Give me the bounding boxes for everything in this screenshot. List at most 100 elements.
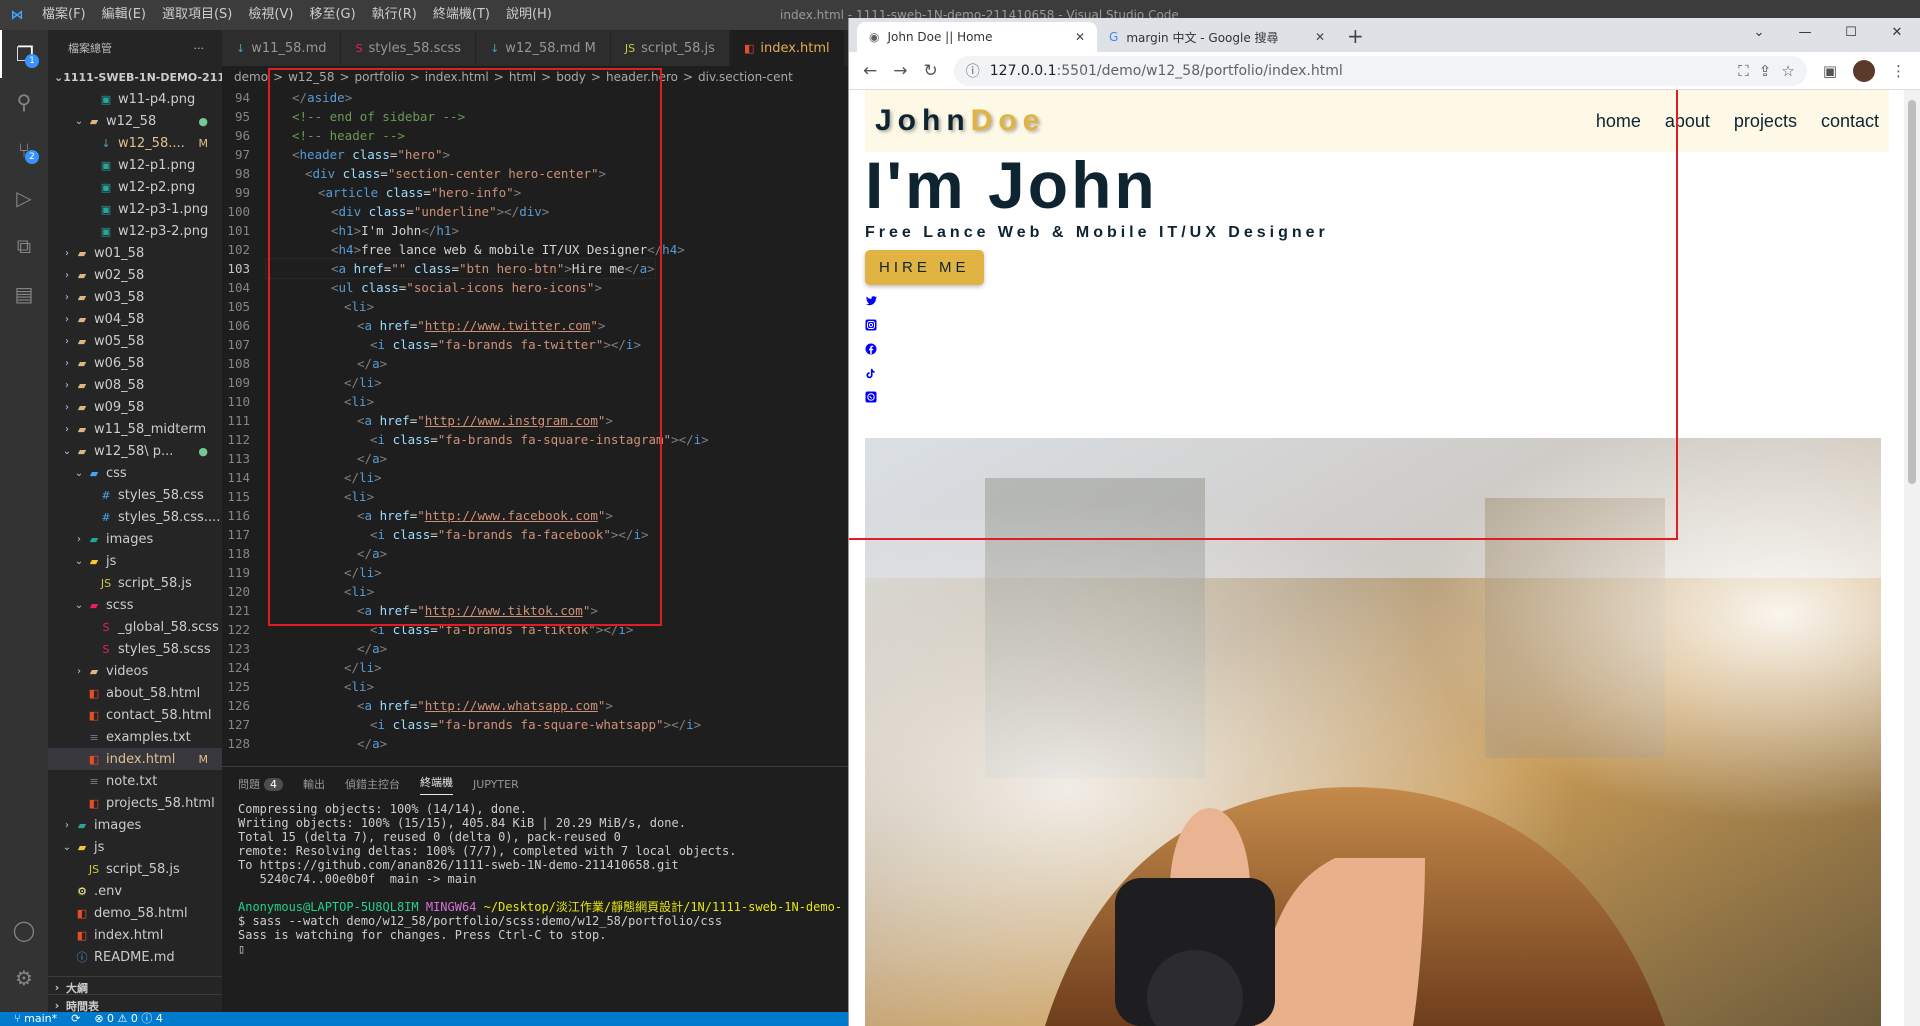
chevron-down-icon[interactable]: ⌄ bbox=[60, 842, 74, 853]
panel-tab[interactable]: 問題 4 bbox=[238, 776, 283, 792]
bookmark-star-icon[interactable]: ☆ bbox=[1781, 62, 1794, 80]
sidepanel-icon[interactable]: ▣ bbox=[1823, 62, 1837, 80]
menu-item[interactable]: 終端機(T) bbox=[425, 0, 498, 30]
panel-tab[interactable]: 輸出 bbox=[303, 776, 325, 792]
tree-file[interactable]: Sstyles_58.scss bbox=[48, 638, 222, 660]
site-brand[interactable]: JohnDoe bbox=[875, 104, 1045, 138]
sync-icon[interactable]: ⟳ bbox=[71, 1012, 80, 1026]
code-line[interactable]: 117 <i class="fa-brands fa-facebook"></i> bbox=[222, 525, 848, 544]
close-window-button[interactable]: ✕ bbox=[1874, 18, 1920, 48]
tree-folder[interactable]: › ▰ w11_58_midterm bbox=[48, 418, 222, 440]
code-line[interactable]: 106 <a href="http://www.twitter.com"> bbox=[222, 316, 848, 335]
chevron-right-icon[interactable]: › bbox=[72, 534, 86, 545]
code-line[interactable]: 118 </a> bbox=[222, 544, 848, 563]
tree-file[interactable]: ↓ w12_58.... M bbox=[48, 132, 222, 154]
panel-tab[interactable]: 偵錯主控台 bbox=[345, 776, 400, 792]
code-line[interactable]: 97 <header class="hero"> bbox=[222, 145, 848, 164]
run-debug-icon[interactable]: ▷ bbox=[0, 174, 48, 222]
close-tab-icon[interactable]: ✕ bbox=[1075, 30, 1085, 44]
tree-folder[interactable]: › ▰ w08_58 bbox=[48, 374, 222, 396]
problems-indicator[interactable]: ⊗ 0 ⚠ 0 ⓘ 4 bbox=[94, 1012, 163, 1026]
code-line[interactable]: 114 </li> bbox=[222, 468, 848, 487]
tree-folder[interactable]: › ▰ w02_58 bbox=[48, 264, 222, 286]
timeline-section[interactable]: › 時間表 bbox=[48, 994, 222, 1012]
browser-tab[interactable]: Gmargin 中文 - Google 搜尋 ✕ bbox=[1097, 22, 1337, 52]
nav-link-about[interactable]: about bbox=[1665, 111, 1710, 132]
minimize-button[interactable]: — bbox=[1782, 18, 1828, 48]
browser-tab[interactable]: ◉ John Doe || Home ✕ bbox=[857, 22, 1097, 52]
code-line[interactable]: 112 <i class="fa-brands fa-square-instagr… bbox=[222, 430, 848, 449]
chevron-right-icon[interactable]: › bbox=[60, 248, 74, 259]
tree-folder[interactable]: ⌄ ▰ js bbox=[48, 836, 222, 858]
menu-item[interactable]: 移至(G) bbox=[301, 0, 363, 30]
code-line[interactable]: 124 </li> bbox=[222, 658, 848, 677]
tree-file[interactable]: ◧ index.html M bbox=[48, 748, 222, 770]
code-line[interactable]: 103 <a href="" class="btn hero-btn">Hire … bbox=[222, 258, 848, 279]
code-line[interactable]: 107 <i class="fa-brands fa-twitter"></i> bbox=[222, 335, 848, 354]
chevron-right-icon[interactable]: › bbox=[60, 292, 74, 303]
breadcrumb-item[interactable]: portfolio bbox=[355, 70, 405, 84]
tree-folder[interactable]: ⌄ ▰ css bbox=[48, 462, 222, 484]
breadcrumb-item[interactable]: demo bbox=[234, 70, 268, 84]
explorer-icon[interactable]: ❐ 1 bbox=[0, 30, 48, 78]
chevron-down-icon[interactable]: ⌄ bbox=[60, 446, 74, 457]
branch-indicator[interactable]: ⑂ main* bbox=[14, 1012, 57, 1026]
code-line[interactable]: 128 </a> bbox=[222, 734, 848, 753]
tree-file[interactable]: ◧ about_58.html bbox=[48, 682, 222, 704]
page-scrollbar[interactable] bbox=[1904, 90, 1920, 1026]
menu-item[interactable]: 編輯(E) bbox=[94, 0, 154, 30]
chevron-right-icon[interactable]: › bbox=[60, 270, 74, 281]
tree-file[interactable]: ⚙ .env bbox=[48, 880, 222, 902]
source-control-icon[interactable]: ⑂ 2 bbox=[0, 126, 48, 174]
tree-folder[interactable]: › ▰ w06_58 bbox=[48, 352, 222, 374]
code-line[interactable]: 98 <div class="section-center hero-center… bbox=[222, 164, 848, 183]
breadcrumb-item[interactable]: index.html bbox=[425, 70, 489, 84]
tab-search-icon[interactable]: ⌄ bbox=[1736, 18, 1782, 48]
menu-item[interactable]: 說明(H) bbox=[498, 0, 560, 30]
code-line[interactable]: 105 <li> bbox=[222, 297, 848, 316]
tree-file[interactable]: JS script_58.js bbox=[48, 572, 222, 594]
info-icon[interactable]: ⓘ bbox=[966, 61, 980, 81]
explorer-more-button[interactable]: ··· bbox=[194, 42, 205, 55]
twitter-icon[interactable] bbox=[865, 295, 878, 307]
new-tab-button[interactable]: + bbox=[1337, 24, 1374, 52]
code-line[interactable]: 120 <li> bbox=[222, 582, 848, 601]
tree-file[interactable]: ◧ projects_58.html bbox=[48, 792, 222, 814]
forward-arrow-icon[interactable]: → bbox=[893, 61, 907, 81]
facebook-icon[interactable] bbox=[865, 343, 877, 355]
code-line[interactable]: 125 <li> bbox=[222, 677, 848, 696]
maximize-button[interactable]: ☐ bbox=[1828, 18, 1874, 48]
chevron-right-icon[interactable]: › bbox=[60, 358, 74, 369]
tree-file[interactable]: ▣ w12-p1.png bbox=[48, 154, 222, 176]
tree-file[interactable]: ▣ w12-p2.png bbox=[48, 176, 222, 198]
code-line[interactable]: 123 </a> bbox=[222, 639, 848, 658]
tree-file[interactable]: # styles_58.css bbox=[48, 484, 222, 506]
code-editor[interactable]: 94 </aside> 95 <!-- end of sidebar --> 96 <!-… bbox=[222, 88, 848, 753]
whatsapp-icon[interactable] bbox=[865, 391, 877, 403]
tree-file[interactable]: ▣ w12-p3-2.png bbox=[48, 220, 222, 242]
share-icon[interactable]: ⇪ bbox=[1759, 62, 1772, 80]
code-line[interactable]: 115 <li> bbox=[222, 487, 848, 506]
chevron-right-icon[interactable]: › bbox=[60, 402, 74, 413]
tree-file[interactable]: # styles_58.css.... bbox=[48, 506, 222, 528]
chevron-right-icon[interactable]: › bbox=[72, 666, 86, 677]
tiktok-icon[interactable] bbox=[865, 367, 876, 380]
code-line[interactable]: 119 </li> bbox=[222, 563, 848, 582]
tree-file[interactable]: ⓘ README.md bbox=[48, 946, 222, 968]
chevron-down-icon[interactable]: ⌄ bbox=[72, 116, 86, 127]
code-line[interactable]: 127 <i class="fa-brands fa-square-whatsap… bbox=[222, 715, 848, 734]
tree-folder[interactable]: › ▰ w01_58 bbox=[48, 242, 222, 264]
tree-file[interactable]: ≡ note.txt bbox=[48, 770, 222, 792]
chevron-right-icon[interactable]: › bbox=[60, 380, 74, 391]
tree-file[interactable]: ◧ contact_58.html bbox=[48, 704, 222, 726]
breadcrumb-item[interactable]: html bbox=[509, 70, 536, 84]
search-icon[interactable]: ⚲ bbox=[0, 78, 48, 126]
menu-item[interactable]: 選取項目(S) bbox=[154, 0, 240, 30]
terminal-output[interactable]: Compressing objects: 100% (14/14), done.… bbox=[222, 801, 848, 956]
breadcrumb-item[interactable]: body bbox=[556, 70, 586, 84]
tree-folder[interactable]: › ▰ w05_58 bbox=[48, 330, 222, 352]
url-field[interactable]: ⓘ 127.0.0.1:5501/demo/w12_58/portfolio/i… bbox=[953, 55, 1807, 86]
code-line[interactable]: 110 <li> bbox=[222, 392, 848, 411]
code-line[interactable]: 111 <a href="http://www.instgram.com"> bbox=[222, 411, 848, 430]
code-line[interactable]: 102 <h4>free lance web & mobile IT/UX Des… bbox=[222, 240, 848, 259]
